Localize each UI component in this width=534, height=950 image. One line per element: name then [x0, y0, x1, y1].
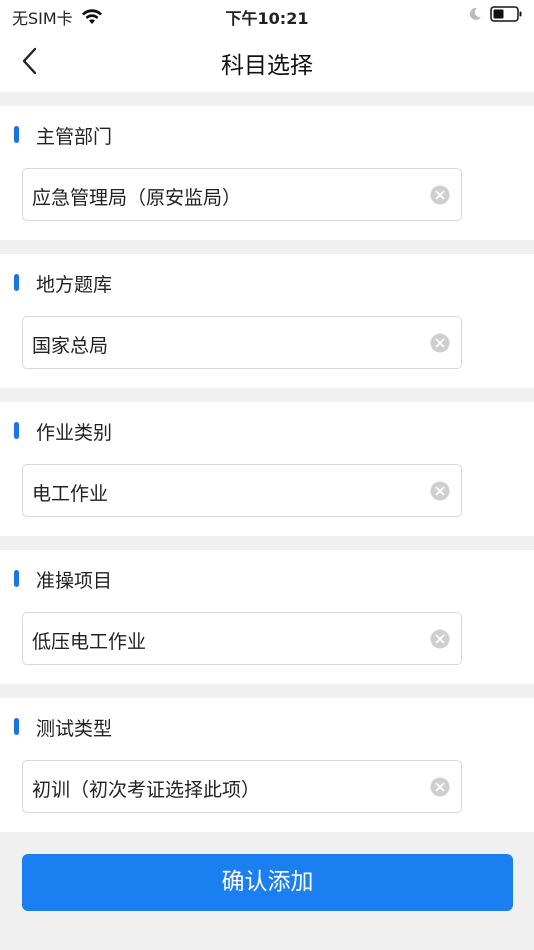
field-value: 国家总局: [32, 335, 109, 357]
section-label: 作业类别: [36, 422, 113, 444]
battery-icon: [490, 6, 522, 22]
section-marker: [14, 422, 19, 439]
status-right: [468, 6, 522, 22]
clear-icon[interactable]: [430, 185, 450, 205]
clear-icon[interactable]: [430, 481, 450, 501]
test-type-field[interactable]: 初训（初次考证选择此项）: [22, 760, 462, 813]
field-value: 低压电工作业: [32, 631, 147, 653]
clear-icon[interactable]: [430, 629, 450, 649]
section-test-type: 测试类型 初训（初次考证选择此项）: [0, 698, 534, 832]
section-marker: [14, 718, 19, 735]
field-value: 初训（初次考证选择此项）: [32, 779, 261, 801]
nav-bar: 科目选择: [0, 30, 534, 92]
section-question-bank: 地方题库 国家总局: [0, 254, 534, 388]
moon-icon: [469, 7, 481, 20]
section-work-category: 作业类别 电工作业: [0, 402, 534, 536]
clear-icon[interactable]: [430, 777, 450, 797]
confirm-add-button[interactable]: 确认添加: [22, 854, 513, 911]
field-value: 电工作业: [32, 483, 109, 505]
department-field[interactable]: 应急管理局（原安监局）: [22, 168, 462, 221]
section-label: 测试类型: [36, 718, 113, 740]
field-value: 应急管理局（原安监局）: [32, 187, 242, 209]
question-bank-field[interactable]: 国家总局: [22, 316, 462, 369]
status-time: 下午10:21: [225, 9, 309, 28]
section-marker: [14, 126, 19, 143]
status-bar: 无SIM卡 下午10:21: [0, 0, 534, 30]
operation-item-field[interactable]: 低压电工作业: [22, 612, 462, 665]
section-marker: [14, 570, 19, 587]
section-department: 主管部门 应急管理局（原安监局）: [0, 106, 534, 240]
section-marker: [14, 274, 19, 291]
work-category-field[interactable]: 电工作业: [22, 464, 462, 517]
section-label: 准操项目: [36, 570, 113, 592]
clear-icon[interactable]: [430, 333, 450, 353]
section-label: 主管部门: [36, 126, 113, 148]
page-title: 科目选择: [221, 53, 313, 79]
section-label: 地方题库: [36, 274, 113, 296]
section-operation-item: 准操项目 低压电工作业: [0, 550, 534, 684]
